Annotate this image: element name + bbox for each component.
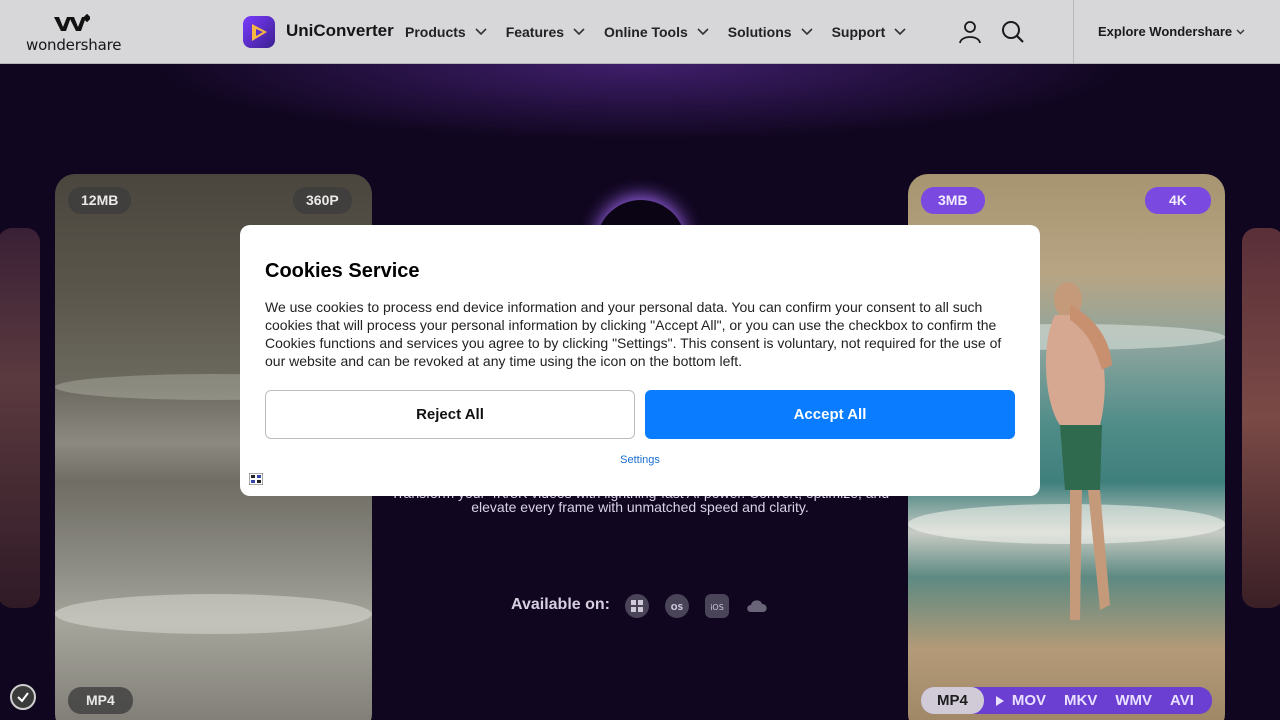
macos-icon[interactable]: OS [665, 594, 689, 618]
format-option[interactable]: WMV [1115, 692, 1152, 709]
chevron-down-icon [697, 28, 709, 36]
wondershare-logo[interactable]: wondershare [24, 14, 122, 54]
nav-support[interactable]: Support [832, 22, 907, 42]
nav-online-tools[interactable]: Online Tools [604, 22, 709, 42]
nav-label: Solutions [727, 24, 792, 40]
chevron-down-icon [801, 28, 813, 36]
accept-all-button[interactable]: Accept All [645, 390, 1015, 439]
search-icon[interactable] [1001, 20, 1025, 44]
nav-label: Support [831, 24, 886, 40]
nav-solutions[interactable]: Solutions [728, 22, 813, 42]
resolution-badge: 360P [293, 187, 352, 214]
format-active[interactable]: MP4 [921, 687, 984, 714]
side-video-thumbnail [1242, 228, 1280, 608]
dialog-title: Cookies Service [265, 260, 420, 282]
format-selector: MP4 MOV MKV WMV AVI [921, 687, 1212, 714]
format-option[interactable]: AVI [1170, 692, 1194, 709]
cookies-dialog: Cookies Service We use cookies to proces… [240, 225, 1040, 496]
windows-icon[interactable] [625, 594, 649, 618]
nav-products[interactable]: Products [405, 22, 487, 42]
cookie-consent-icon[interactable] [10, 684, 36, 710]
nav-label: Products [405, 24, 466, 40]
explore-label: Explore Wondershare [1098, 24, 1233, 39]
play-icon [995, 695, 1004, 706]
nav-features[interactable]: Features [506, 22, 585, 42]
qr-code-icon [249, 473, 263, 485]
reject-all-button[interactable]: Reject All [265, 390, 635, 439]
person-carrying-child-graphic [1045, 282, 1112, 620]
resolution-badge: 4K [1145, 187, 1211, 214]
format-option[interactable]: MOV [1012, 692, 1046, 709]
chevron-down-icon [475, 28, 487, 36]
nav-label: Features [505, 24, 565, 40]
wondershare-wordmark: wondershare [26, 36, 122, 54]
hero-glow [0, 64, 1280, 174]
explore-wondershare-menu[interactable]: Explore Wondershare [1098, 24, 1245, 39]
wave-graphic [55, 594, 372, 634]
settings-link[interactable]: Settings [240, 454, 1040, 466]
format-option[interactable]: MKV [1064, 692, 1097, 709]
chevron-down-icon [894, 28, 906, 36]
cloud-icon[interactable] [745, 594, 769, 618]
chevron-down-icon [1236, 29, 1245, 34]
dialog-body: We use cookies to process end device inf… [265, 299, 1002, 369]
ios-icon[interactable]: iOS [705, 594, 729, 618]
main-nav: Products Features Online Tools Solutions… [405, 22, 925, 42]
wondershare-mark-icon [54, 14, 90, 31]
nav-label: Online Tools [604, 24, 688, 40]
file-size-badge: 3MB [921, 187, 985, 214]
product-name[interactable]: UniConverter [286, 21, 394, 41]
site-header: wondershare UniConverter Products Featur… [0, 0, 1280, 64]
user-icon[interactable] [958, 20, 982, 44]
uniconverter-app-icon[interactable] [243, 16, 275, 48]
chevron-down-icon [573, 28, 585, 36]
hero-description-line: elevate every frame with unmatched speed… [471, 499, 809, 515]
svg-text:OS: OS [671, 603, 684, 612]
format-badge: MP4 [68, 687, 133, 714]
file-size-badge: 12MB [68, 187, 132, 214]
svg-text:iOS: iOS [710, 603, 724, 612]
side-video-thumbnail [0, 228, 40, 608]
available-on-label: Available on: [511, 596, 610, 613]
header-divider [1073, 0, 1074, 64]
